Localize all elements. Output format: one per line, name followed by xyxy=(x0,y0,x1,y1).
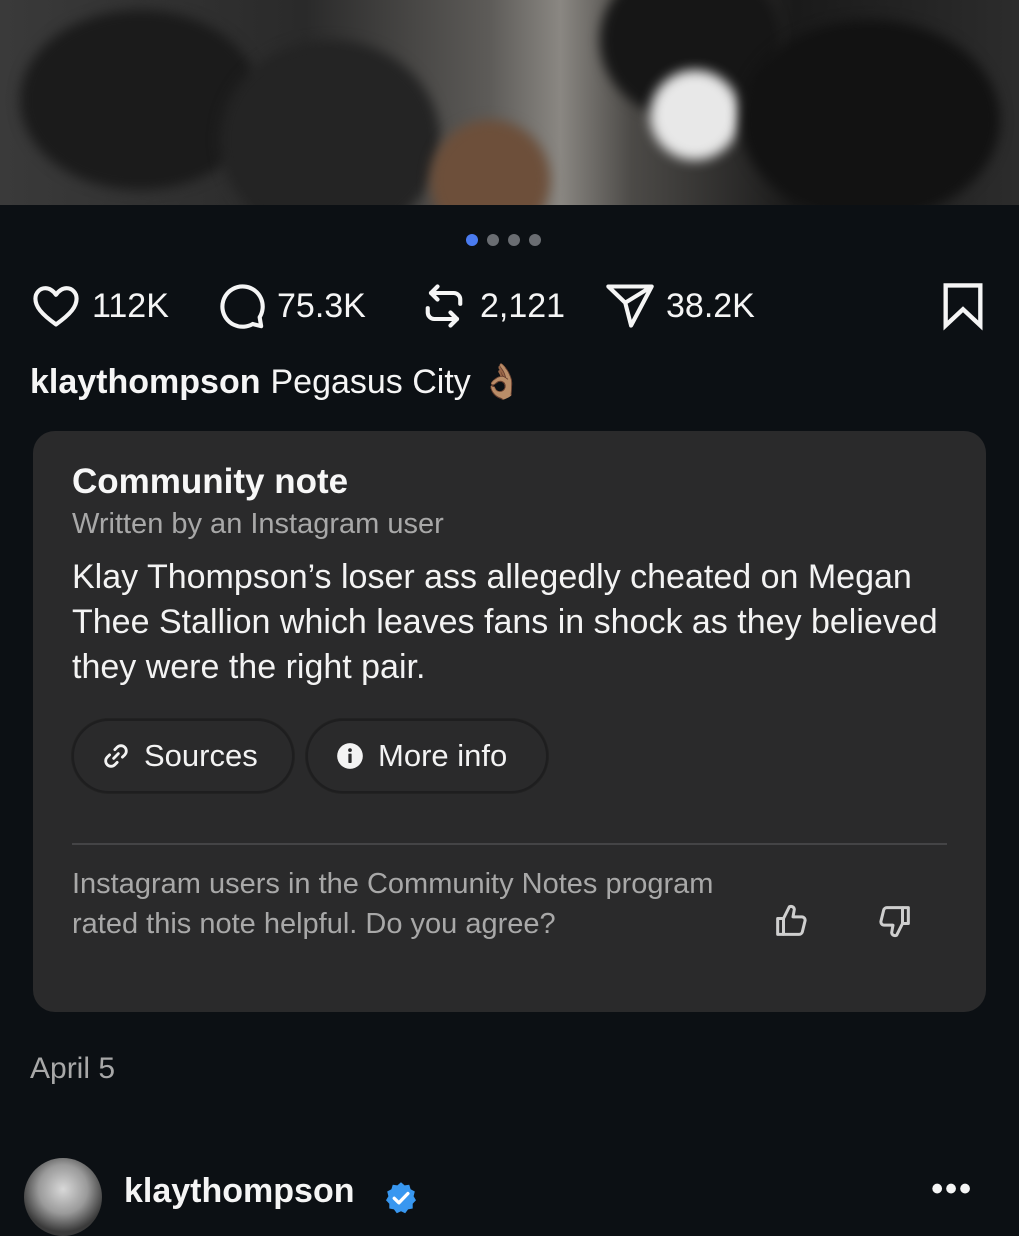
community-note-card: Community note Written by an Instagram u… xyxy=(33,431,986,1012)
like-count: 112K xyxy=(92,286,169,325)
heart-icon xyxy=(33,286,79,327)
community-note-body: Klay Thompson’s loser ass allegedly chea… xyxy=(72,558,938,686)
more-options-button[interactable]: ••• xyxy=(931,1170,973,1209)
share-button[interactable]: 38.2K xyxy=(604,280,755,332)
carousel-dot xyxy=(508,234,520,246)
note-rating-prompt: Instagram users in the Community Notes p… xyxy=(72,868,714,940)
caption-username[interactable]: klaythompson xyxy=(30,363,260,402)
bookmark-icon xyxy=(943,283,983,331)
thumbs-up-icon[interactable] xyxy=(771,901,811,941)
like-button[interactable]: 112K xyxy=(30,280,169,332)
note-divider xyxy=(72,843,947,845)
caption-text: Pegasus City xyxy=(270,362,471,401)
info-icon xyxy=(337,743,363,769)
more-info-label: More info xyxy=(378,738,508,773)
avatar[interactable] xyxy=(24,1158,102,1236)
post-caption: klaythompson Pegasus City 👌🏽 xyxy=(30,362,523,402)
carousel-dot-active xyxy=(466,234,478,246)
sources-label: Sources xyxy=(144,738,258,773)
next-post-username[interactable]: klaythompson xyxy=(124,1172,354,1211)
post-date: April 5 xyxy=(30,1052,116,1085)
carousel-dot xyxy=(529,234,541,246)
share-count: 38.2K xyxy=(666,286,755,325)
comment-icon xyxy=(220,284,265,329)
verified-badge-icon xyxy=(386,1182,416,1214)
comment-count: 75.3K xyxy=(277,286,366,325)
more-info-button[interactable]: More info xyxy=(306,719,548,793)
post-photo[interactable] xyxy=(0,0,1019,205)
repost-icon xyxy=(425,284,463,328)
link-icon xyxy=(104,744,128,768)
sources-button[interactable]: Sources xyxy=(72,719,294,793)
carousel-dot xyxy=(487,234,499,246)
comment-button[interactable]: 75.3K xyxy=(215,280,366,332)
community-note-byline: Written by an Instagram user xyxy=(72,508,444,540)
thumbs-down-icon[interactable] xyxy=(875,901,915,941)
community-note-title: Community note xyxy=(72,462,349,501)
post-action-bar: 112K 75.3K 2,121 38.2K xyxy=(30,280,989,332)
share-icon xyxy=(606,284,654,328)
repost-button[interactable]: 2,121 xyxy=(418,280,565,332)
save-button[interactable] xyxy=(937,280,989,337)
ok-hand-emoji: 👌🏽 xyxy=(480,363,524,401)
carousel-indicator xyxy=(466,234,541,246)
repost-count: 2,121 xyxy=(480,286,566,325)
